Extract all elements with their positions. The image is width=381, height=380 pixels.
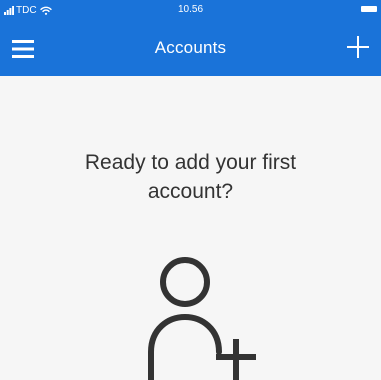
empty-state: Ready to add your first account?: [0, 76, 381, 380]
status-time: 10.56: [177, 4, 204, 15]
accounts-screen: TDC 10.56 Accounts Ready to add your fir…: [0, 0, 381, 380]
empty-state-title: Ready to add your first account?: [84, 151, 297, 203]
add-account-button[interactable]: [347, 36, 369, 58]
page-title: Accounts: [154, 38, 227, 57]
add-person-icon: [148, 257, 256, 380]
plus-icon: [347, 36, 369, 58]
add-account-illustration[interactable]: [140, 254, 280, 380]
battery-icon: [361, 6, 377, 12]
status-bar: TDC 10.56: [0, 0, 381, 20]
app-bar: Accounts: [0, 20, 381, 76]
